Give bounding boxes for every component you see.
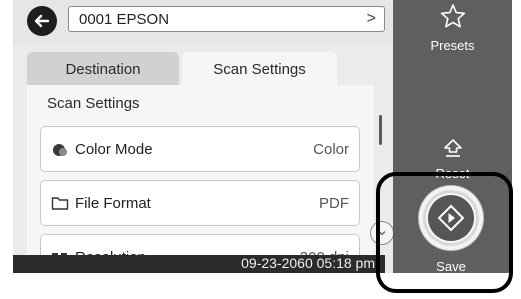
back-button[interactable] xyxy=(27,6,57,36)
color-mode-icon xyxy=(53,144,67,156)
reset-arrow-icon xyxy=(444,139,462,157)
settings-panel: Scan Settings Color Mode Color File Form… xyxy=(27,85,374,273)
destination-value: 0001 EPSON xyxy=(79,11,170,28)
folder-icon xyxy=(51,197,69,210)
reset-button[interactable]: Reset xyxy=(393,125,512,181)
status-bar: 09-23-2060 05:18 pm xyxy=(13,255,385,273)
star-icon xyxy=(440,4,466,28)
section-title: Scan Settings xyxy=(47,95,140,112)
color-mode-setting[interactable]: Color Mode Color xyxy=(40,126,360,172)
file-format-setting[interactable]: File Format PDF xyxy=(40,180,360,226)
tab-scan-settings-label: Scan Settings xyxy=(213,60,306,78)
setting-label: File Format xyxy=(75,195,151,212)
back-arrow-icon xyxy=(34,14,50,28)
tab-destination-label: Destination xyxy=(65,60,141,78)
setting-label: Color Mode xyxy=(75,141,153,158)
setting-value: Color xyxy=(313,141,349,158)
scrollbar[interactable] xyxy=(379,115,382,145)
top-bar: 0001 EPSON > xyxy=(13,0,392,45)
presets-button[interactable]: Presets xyxy=(393,0,512,62)
tab-scan-settings[interactable]: Scan Settings xyxy=(182,52,337,86)
save-highlight-frame xyxy=(376,172,513,293)
chevron-right-icon: > xyxy=(366,10,376,27)
status-datetime: 09-23-2060 05:18 pm xyxy=(241,255,375,271)
setting-value: PDF xyxy=(319,195,349,212)
destination-field[interactable]: 0001 EPSON > xyxy=(68,6,385,32)
tab-destination[interactable]: Destination xyxy=(27,52,179,86)
presets-label: Presets xyxy=(430,38,475,53)
